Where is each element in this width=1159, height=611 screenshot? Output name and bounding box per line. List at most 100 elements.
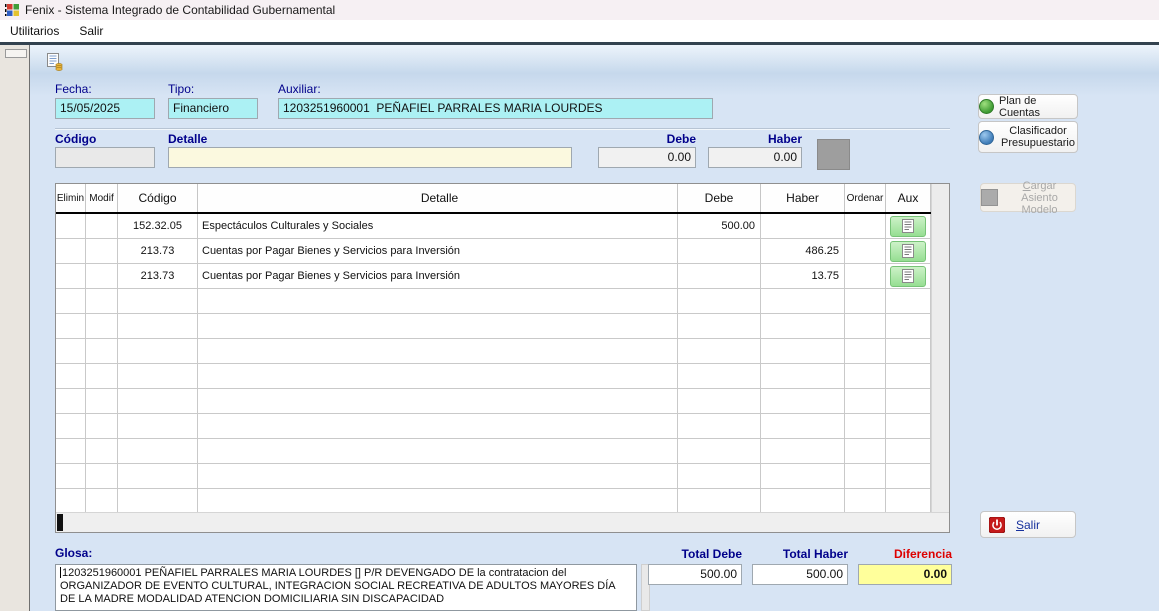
cell-codigo [118, 364, 198, 388]
header-elimin[interactable]: Elimin [56, 184, 86, 212]
cell-codigo: 213.73 [118, 264, 198, 288]
cell-ordenar [845, 489, 886, 512]
new-entry-icon[interactable] [46, 53, 64, 71]
cell-aux [886, 264, 931, 288]
gray-square-button[interactable] [817, 139, 850, 170]
menu-utilitarios[interactable]: Utilitarios [0, 21, 69, 41]
cell-debe [678, 489, 761, 512]
cell-debe [678, 364, 761, 388]
total-haber-field: 500.00 [752, 564, 848, 585]
cell-haber [761, 289, 845, 313]
cell-aux [886, 289, 931, 313]
cell-aux [886, 239, 931, 263]
cell-debe [678, 389, 761, 413]
detalle-entry-field[interactable] [168, 147, 572, 168]
header-detalle[interactable]: Detalle [198, 184, 678, 212]
debe-entry-field[interactable]: 0.00 [598, 147, 696, 168]
table-row[interactable]: 152.32.05Espectáculos Culturales y Socia… [56, 214, 931, 239]
cell-elimin [56, 214, 86, 238]
fecha-field[interactable]: 15/05/2025 [55, 98, 155, 119]
cell-detalle [198, 464, 678, 488]
cell-aux [886, 364, 931, 388]
power-icon [989, 517, 1005, 533]
cell-codigo [118, 414, 198, 438]
cell-ordenar [845, 214, 886, 238]
auxiliar-field[interactable]: 1203251960001 PEÑAFIEL PARRALES MARIA LO… [278, 98, 713, 119]
panel-grip[interactable] [5, 49, 27, 58]
cell-haber: 486.25 [761, 239, 845, 263]
aux-button[interactable] [890, 241, 926, 262]
cell-detalle: Cuentas por Pagar Bienes y Servicios par… [198, 264, 678, 288]
cell-ordenar [845, 364, 886, 388]
scrollbar-thumb[interactable] [57, 514, 63, 531]
cell-haber [761, 339, 845, 363]
table-vertical-scrollbar[interactable] [931, 184, 949, 512]
haber-entry-field[interactable]: 0.00 [708, 147, 802, 168]
plan-de-cuentas-button[interactable]: Plan de Cuentas [978, 94, 1078, 119]
cell-debe [678, 239, 761, 263]
table-row[interactable]: 213.73Cuentas por Pagar Bienes y Servici… [56, 239, 931, 264]
table-row [56, 439, 931, 464]
cell-haber [761, 489, 845, 512]
cell-ordenar [845, 464, 886, 488]
codigo-entry-field[interactable] [55, 147, 155, 168]
cell-elimin [56, 414, 86, 438]
cell-codigo: 152.32.05 [118, 214, 198, 238]
cargar-asiento-button: Cargar Asiento Modelo [980, 183, 1076, 212]
application-window: Fenix - Sistema Integrado de Contabilida… [0, 0, 1159, 611]
cell-aux [886, 414, 931, 438]
cell-debe [678, 414, 761, 438]
cell-ordenar [845, 414, 886, 438]
cell-codigo [118, 489, 198, 512]
diferencia-field: 0.00 [858, 564, 952, 585]
cell-aux [886, 389, 931, 413]
cell-codigo [118, 339, 198, 363]
cell-debe [678, 264, 761, 288]
cell-aux [886, 314, 931, 338]
salir-label: Salir [1016, 518, 1040, 532]
header-haber[interactable]: Haber [761, 184, 845, 212]
cell-elimin [56, 489, 86, 512]
cell-elimin [56, 264, 86, 288]
text-caret [60, 567, 61, 578]
cell-codigo [118, 439, 198, 463]
header-modif[interactable]: Modif [86, 184, 118, 212]
clasificador-button[interactable]: Clasificador Presupuestario [978, 121, 1078, 153]
header-aux[interactable]: Aux [886, 184, 931, 212]
table-row[interactable]: 213.73Cuentas por Pagar Bienes y Servici… [56, 264, 931, 289]
entries-table: Elimin Modif Código Detalle Debe Haber O… [55, 183, 950, 533]
cell-ordenar [845, 339, 886, 363]
cell-debe [678, 314, 761, 338]
aux-button[interactable] [890, 266, 926, 287]
cell-modif [86, 314, 118, 338]
gray-square-icon [981, 189, 998, 206]
cell-aux [886, 214, 931, 238]
header-debe[interactable]: Debe [678, 184, 761, 212]
fecha-label: Fecha: [55, 82, 92, 96]
diferencia-label: Diferencia [858, 547, 952, 561]
header-ordenar[interactable]: Ordenar [845, 184, 886, 212]
left-panel [0, 45, 30, 611]
cell-ordenar [845, 439, 886, 463]
cell-aux [886, 439, 931, 463]
cell-ordenar [845, 314, 886, 338]
cell-elimin [56, 289, 86, 313]
cell-elimin [56, 239, 86, 263]
menu-salir[interactable]: Salir [69, 21, 113, 41]
header-codigo[interactable]: Código [118, 184, 198, 212]
tipo-label: Tipo: [168, 82, 194, 96]
cell-haber [761, 414, 845, 438]
cell-codigo [118, 389, 198, 413]
cell-modif [86, 364, 118, 388]
cell-modif [86, 264, 118, 288]
cell-haber [761, 464, 845, 488]
aux-button[interactable] [890, 216, 926, 237]
green-sphere-icon [979, 99, 994, 114]
cell-modif [86, 464, 118, 488]
glosa-field[interactable]: 1203251960001 PEÑAFIEL PARRALES MARIA LO… [55, 564, 637, 611]
tipo-field[interactable]: Financiero [168, 98, 258, 119]
table-horizontal-scrollbar[interactable] [56, 512, 949, 532]
salir-button[interactable]: Salir [980, 511, 1076, 538]
cell-haber [761, 389, 845, 413]
cell-codigo [118, 464, 198, 488]
